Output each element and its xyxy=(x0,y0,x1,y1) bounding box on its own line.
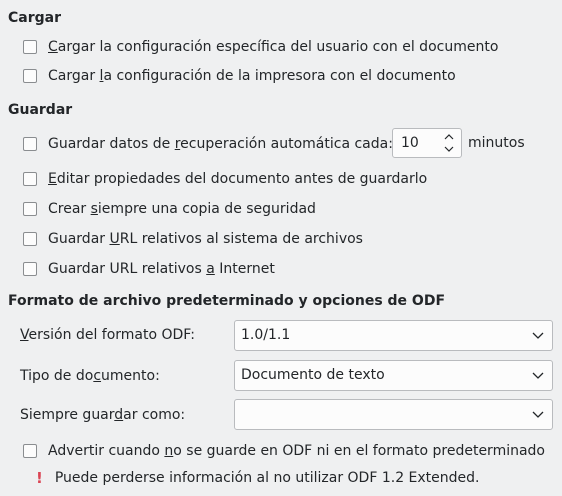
odf-version-label: Versión del formato ODF: xyxy=(20,327,195,343)
checkbox-edit-properties[interactable]: Editar propiedades del documento antes d… xyxy=(23,168,427,190)
autorecovery-minutes-spinbox[interactable]: 10 xyxy=(392,128,462,158)
chevron-down-icon xyxy=(532,411,544,418)
info-text: Puede perderse información al no utiliza… xyxy=(54,470,480,486)
checkbox-always-backup[interactable]: Crear siempre una copia de seguridad xyxy=(23,198,316,220)
checkbox-label: Cargar la configuración específica del u… xyxy=(48,39,499,55)
checkbox-label: Guardar datos de recuperación automática… xyxy=(48,136,393,152)
checkbox-load-user-settings[interactable]: Cargar la configuración específica del u… xyxy=(23,36,498,58)
document-type-dropdown[interactable]: Documento de texto xyxy=(234,360,553,391)
spin-arrows-icon[interactable] xyxy=(443,132,455,154)
checkbox-box[interactable] xyxy=(23,232,37,246)
checkbox-label: Guardar URL relativos al sistema de arch… xyxy=(48,231,363,247)
checkbox-box[interactable] xyxy=(23,262,37,276)
checkbox-box[interactable] xyxy=(23,137,37,151)
checkbox-label: Crear siempre una copia de seguridad xyxy=(48,201,316,217)
checkbox-box[interactable] xyxy=(23,444,37,458)
chevron-down-icon xyxy=(532,372,544,379)
checkbox-label: Advertir cuando no se guarde en ODF ni e… xyxy=(48,443,545,459)
checkbox-load-printer-settings[interactable]: Cargar la configuración de la impresora … xyxy=(23,65,456,87)
checkbox-box[interactable] xyxy=(23,69,37,83)
exclamation-icon: ! xyxy=(36,469,43,487)
checkbox-box[interactable] xyxy=(23,202,37,216)
checkbox-label: Editar propiedades del documento antes d… xyxy=(48,171,428,187)
checkbox-relative-url-filesystem[interactable]: Guardar URL relativos al sistema de arch… xyxy=(23,228,363,250)
checkbox-label: Cargar la configuración de la impresora … xyxy=(48,68,456,84)
info-message: ! Puede perderse información al no utili… xyxy=(36,467,480,489)
checkbox-box[interactable] xyxy=(23,40,37,54)
checkbox-box[interactable] xyxy=(23,172,37,186)
spinbox-value: 10 xyxy=(401,135,419,151)
always-save-as-label: Siempre guardar como: xyxy=(20,407,186,423)
checkbox-warn-non-odf[interactable]: Advertir cuando no se guarde en ODF ni e… xyxy=(23,440,545,462)
document-type-label: Tipo de documento: xyxy=(20,368,160,384)
odf-version-dropdown[interactable]: 1.0/1.1 xyxy=(234,320,553,351)
checkbox-autorecovery[interactable]: Guardar datos de recuperación automática… xyxy=(23,133,393,155)
dropdown-value: 1.0/1.1 xyxy=(241,327,291,343)
checkbox-label: Guardar URL relativos a Internet xyxy=(48,261,275,277)
section-title-formato: Formato de archivo predeterminado y opci… xyxy=(8,293,446,309)
section-title-cargar: Cargar xyxy=(8,10,61,26)
section-title-guardar: Guardar xyxy=(8,102,73,118)
chevron-down-icon xyxy=(532,332,544,339)
minutes-unit-label: minutos xyxy=(468,135,525,151)
dropdown-value: Documento de texto xyxy=(241,367,385,383)
always-save-as-dropdown[interactable] xyxy=(234,399,553,430)
checkbox-relative-url-internet[interactable]: Guardar URL relativos a Internet xyxy=(23,258,275,280)
